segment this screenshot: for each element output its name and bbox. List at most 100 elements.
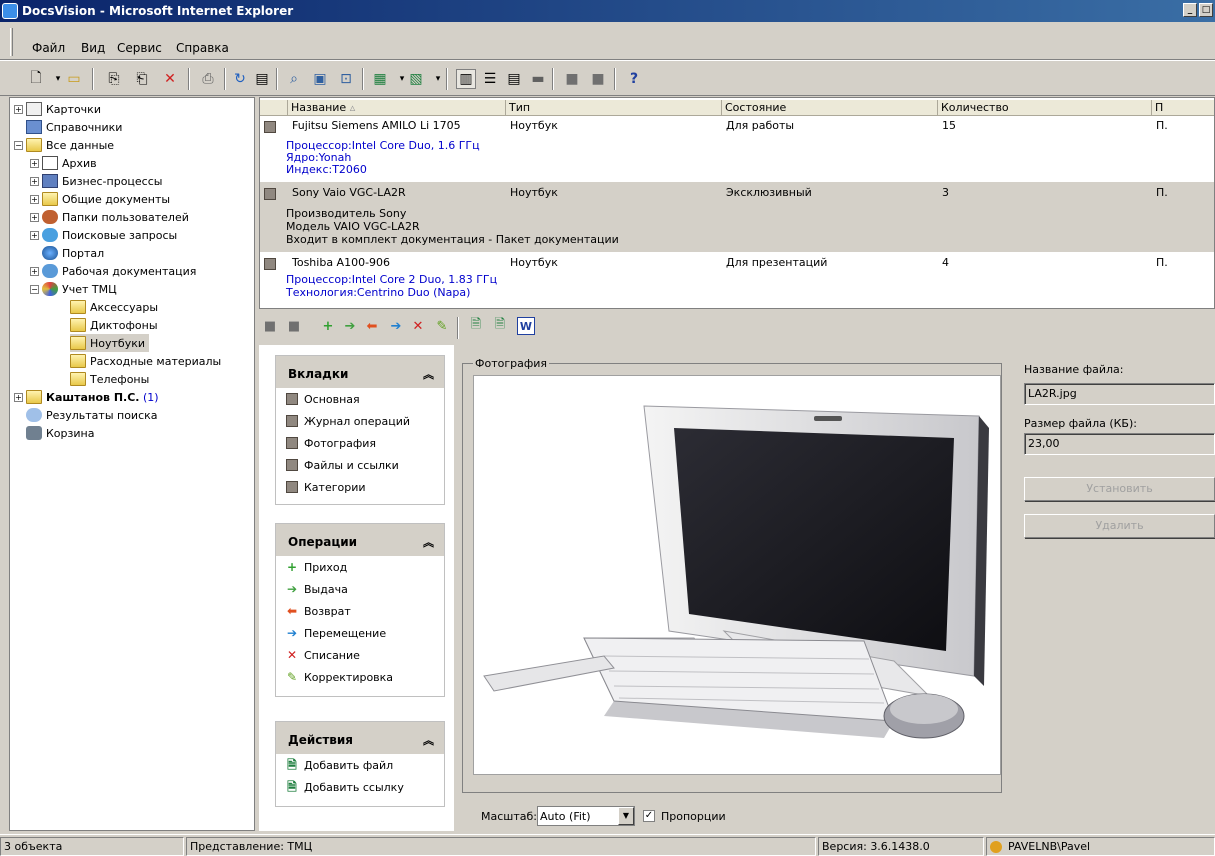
tree-item-user-kashtanov[interactable]: + Каштанов П.С. (1) bbox=[14, 388, 159, 406]
table-row[interactable]: Toshiba A100-906 Ноутбук Для презентаций… bbox=[260, 252, 1214, 308]
tab-main[interactable]: Основная bbox=[276, 388, 444, 410]
adjust-icon[interactable]: ✎ bbox=[433, 317, 451, 335]
add-file-icon[interactable]: 🗎 bbox=[467, 317, 485, 335]
user-icon bbox=[990, 840, 1002, 853]
minimize-button[interactable]: _ bbox=[1183, 3, 1197, 17]
tab-photo[interactable]: Фотография bbox=[276, 432, 444, 454]
panel-right-icon[interactable]: ■ bbox=[588, 69, 608, 89]
table-row[interactable]: Fujitsu Siemens AMILO Li 1705 Ноутбук Дл… bbox=[260, 117, 1214, 182]
tree-item-all-data[interactable]: − Все данные bbox=[14, 136, 114, 154]
delete-icon[interactable]: ✕ bbox=[160, 69, 180, 89]
proportions-checkbox[interactable]: ✓ bbox=[643, 810, 655, 822]
collapse-icon[interactable]: ︽ bbox=[423, 732, 434, 748]
tree-item-directories[interactable]: Справочники bbox=[26, 118, 122, 136]
computer-image bbox=[483, 405, 989, 739]
tree-item-archive[interactable]: + Архив bbox=[30, 154, 97, 172]
tree-item-consumables[interactable]: Расходные материалы bbox=[70, 352, 221, 370]
tab-categories[interactable]: Категории bbox=[276, 476, 444, 498]
tree-item-laptops[interactable]: Ноутбуки bbox=[70, 334, 150, 352]
refresh-icon[interactable]: ↻ bbox=[230, 69, 250, 89]
menu-view[interactable]: Вид bbox=[81, 41, 105, 55]
op-writeoff[interactable]: ✕ Списание bbox=[276, 644, 444, 666]
column-header-state[interactable]: Состояние bbox=[722, 100, 938, 116]
move-icon: ➔ bbox=[286, 626, 298, 640]
tree-item-portal[interactable]: Портал bbox=[42, 244, 104, 262]
paste-icon[interactable]: ⎗ bbox=[132, 69, 152, 89]
file-name-label: Название файла: bbox=[1024, 363, 1124, 376]
tree-item-accessories[interactable]: Аксессуары bbox=[70, 298, 158, 316]
file-size-field[interactable]: 23,00 bbox=[1024, 433, 1215, 455]
column-header-p[interactable]: П bbox=[1152, 100, 1214, 116]
tree-item-cards[interactable]: + Карточки bbox=[14, 100, 101, 118]
menu-help[interactable]: Справка bbox=[176, 41, 229, 55]
writeoff-icon[interactable]: ✕ bbox=[409, 317, 427, 335]
tree-toggle-icon[interactable]: ▥ bbox=[456, 69, 476, 89]
action-add-link[interactable]: 🗎 Добавить ссылку bbox=[276, 776, 444, 798]
menu-file[interactable]: Файл bbox=[32, 41, 65, 55]
filter-icon[interactable]: ▧ bbox=[406, 69, 426, 89]
add-link-icon[interactable]: 🗎 bbox=[491, 317, 509, 335]
collapse-icon[interactable]: ︽ bbox=[423, 534, 434, 550]
print-icon[interactable]: ⎙ bbox=[198, 69, 218, 89]
tree-item-user-folders[interactable]: + Папки пользователей bbox=[30, 208, 189, 226]
tree-item-inventory[interactable]: − Учет ТМЦ bbox=[30, 280, 117, 298]
card-next-icon[interactable]: ■ bbox=[285, 317, 303, 335]
scale-select[interactable]: Auto (Fit) ▼ bbox=[537, 806, 635, 826]
tree-item-work-docs[interactable]: + Рабочая документация bbox=[30, 262, 196, 280]
maximize-button[interactable]: □ bbox=[1199, 3, 1213, 17]
tab-files-links[interactable]: Файлы и ссылки bbox=[276, 454, 444, 476]
move-icon[interactable]: ➔ bbox=[387, 317, 405, 335]
tab-icon bbox=[286, 393, 298, 405]
list-view-icon[interactable]: ☰ bbox=[480, 69, 500, 89]
new-card-icon[interactable]: 🗋 bbox=[26, 69, 46, 89]
cards-icon bbox=[26, 102, 42, 116]
word-icon[interactable]: W bbox=[517, 317, 535, 335]
chevron-down-icon[interactable]: ▼ bbox=[618, 807, 634, 825]
tree-item-recycle-bin[interactable]: Корзина bbox=[26, 424, 94, 442]
tree-item-common-docs[interactable]: + Общие документы bbox=[30, 190, 170, 208]
menu-service[interactable]: Сервис bbox=[117, 41, 162, 55]
tab-operations-log[interactable]: Журнал операций bbox=[276, 410, 444, 432]
folder-open-icon bbox=[70, 336, 86, 350]
collapse-icon[interactable]: ︽ bbox=[423, 366, 434, 382]
filter-dropdown-icon[interactable]: ▾ bbox=[428, 69, 448, 89]
delete-photo-button[interactable]: Удалить bbox=[1024, 514, 1215, 538]
document-icon bbox=[42, 156, 58, 170]
detail-view-icon[interactable]: ▤ bbox=[504, 69, 524, 89]
action-add-file[interactable]: 🗎 Добавить файл bbox=[276, 754, 444, 776]
op-move[interactable]: ➔ Перемещение bbox=[276, 622, 444, 644]
income-icon[interactable]: + bbox=[319, 317, 337, 335]
column-header-quantity[interactable]: Количество bbox=[938, 100, 1152, 116]
preview-icon[interactable]: ▬ bbox=[528, 69, 548, 89]
search-card-icon[interactable]: ▣ bbox=[310, 69, 330, 89]
properties-icon[interactable]: ▤ bbox=[252, 69, 272, 89]
folder-icon bbox=[70, 318, 86, 332]
arrow-left-icon: ⬅ bbox=[286, 604, 298, 618]
issue-icon[interactable]: ➔ bbox=[341, 317, 359, 335]
op-return[interactable]: ⬅ Возврат bbox=[276, 600, 444, 622]
advanced-search-icon[interactable]: ⊡ bbox=[336, 69, 356, 89]
new-folder-icon[interactable]: ▭ bbox=[64, 69, 84, 89]
tree-item-phones[interactable]: Телефоны bbox=[70, 370, 149, 388]
file-name-field[interactable]: LA2R.jpg bbox=[1024, 383, 1215, 405]
return-icon[interactable]: ⬅ bbox=[363, 317, 381, 335]
column-header-name[interactable]: Название ▵ bbox=[288, 100, 506, 116]
op-issue[interactable]: ➔ Выдача bbox=[276, 578, 444, 600]
scale-label: Масштаб: bbox=[481, 810, 537, 823]
op-adjust[interactable]: ✎ Корректировка bbox=[276, 666, 444, 688]
search-icon[interactable]: ⌕ bbox=[284, 69, 304, 89]
tree-item-search-queries[interactable]: + Поисковые запросы bbox=[30, 226, 177, 244]
op-income[interactable]: + Приход bbox=[276, 556, 444, 578]
card-panel: ■ ■ + ➔ ⬅ ➔ ✕ ✎ 🗎 🗎 W Вкладки ︽ Основная … bbox=[259, 311, 1215, 831]
panel-left-icon[interactable]: ■ bbox=[562, 69, 582, 89]
copy-icon[interactable]: ⎘ bbox=[104, 69, 124, 89]
tree-item-recorders[interactable]: Диктофоны bbox=[70, 316, 158, 334]
help-icon[interactable]: ? bbox=[624, 69, 644, 89]
card-prev-icon[interactable]: ■ bbox=[261, 317, 279, 335]
tree-item-business-processes[interactable]: + Бизнес-процессы bbox=[30, 172, 162, 190]
set-photo-button[interactable]: Установить bbox=[1024, 477, 1215, 501]
table-row-selected[interactable]: Sony Vaio VGC-LA2R Ноутбук Эксклюзивный … bbox=[260, 182, 1214, 252]
column-header-type[interactable]: Тип bbox=[506, 100, 722, 116]
view-icon[interactable]: ▦ bbox=[370, 69, 390, 89]
tree-item-search-results[interactable]: Результаты поиска bbox=[26, 406, 158, 424]
